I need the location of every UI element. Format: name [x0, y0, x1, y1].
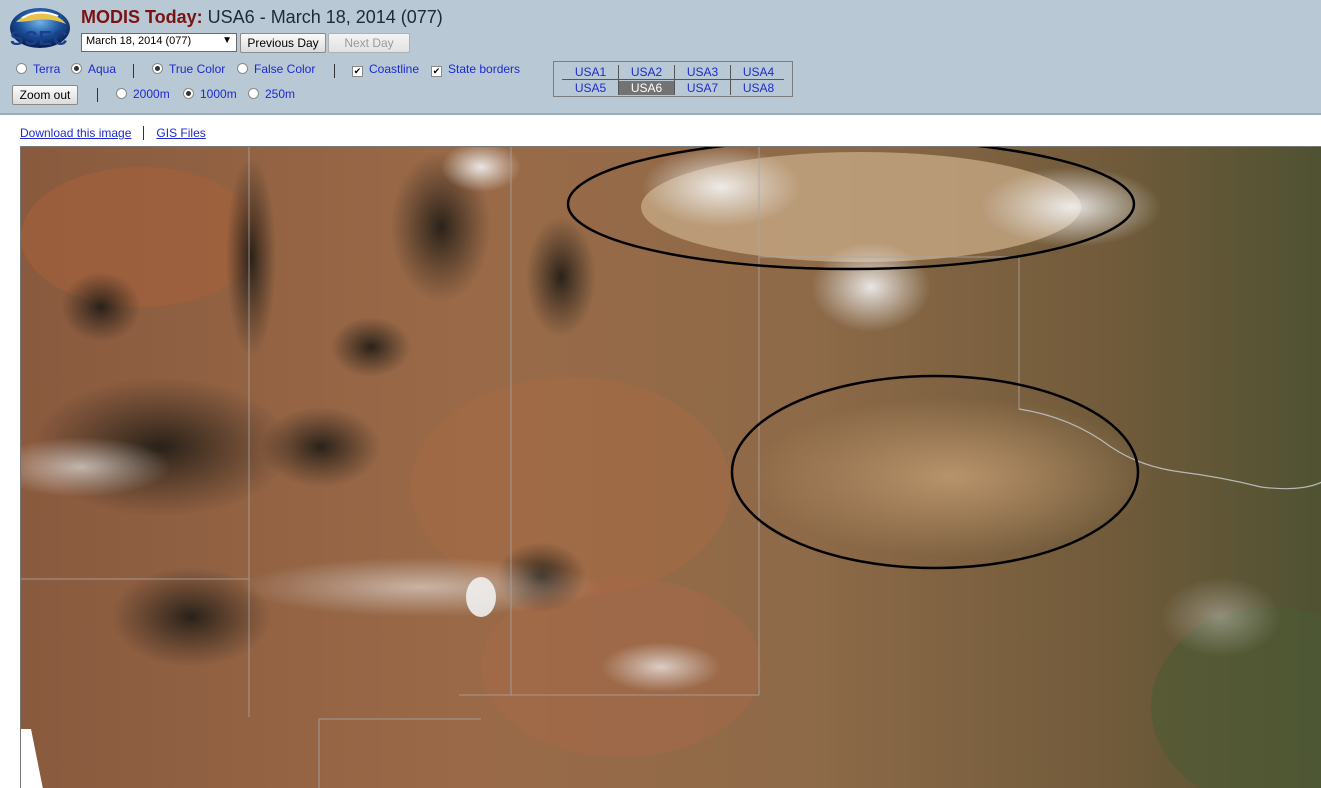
- resolution-option-250m[interactable]: 250m: [248, 87, 295, 101]
- res-1000m-radio[interactable]: [183, 88, 194, 99]
- coastline-checkbox[interactable]: ✔: [352, 66, 363, 77]
- region-usa6[interactable]: USA6: [619, 81, 674, 95]
- page-title: MODIS Today: USA6 - March 18, 2014 (077): [81, 7, 443, 28]
- res-2000m-radio[interactable]: [116, 88, 127, 99]
- title-brand: MODIS Today:: [81, 7, 203, 27]
- state-borders-checkbox[interactable]: ✔: [431, 66, 442, 77]
- title-rest: USA6 - March 18, 2014 (077): [202, 7, 443, 27]
- region-divider: [562, 79, 784, 80]
- region-usa1[interactable]: USA1: [563, 65, 618, 79]
- state-borders-label: State borders: [448, 62, 521, 76]
- date-select-value: March 18, 2014 (077): [86, 35, 192, 47]
- separator: [133, 64, 134, 78]
- satellite-image[interactable]: [20, 146, 1321, 788]
- next-day-button[interactable]: Next Day: [328, 33, 410, 53]
- aqua-label: Aqua: [88, 62, 117, 76]
- overlay-coastline[interactable]: ✔ Coastline: [352, 62, 419, 77]
- region-selector: USA1 USA2 USA3 USA4 USA5 USA6 USA7 USA8: [553, 61, 793, 97]
- res-2000m-label: 2000m: [133, 87, 170, 101]
- image-links: Download this image GIS Files: [20, 126, 206, 140]
- terra-radio[interactable]: [16, 63, 27, 74]
- res-250m-label: 250m: [265, 87, 296, 101]
- zoom-out-button[interactable]: Zoom out: [12, 85, 78, 105]
- separator: [97, 88, 98, 102]
- false-color-radio[interactable]: [237, 63, 248, 74]
- previous-day-button[interactable]: Previous Day: [240, 33, 326, 53]
- date-select[interactable]: March 18, 2014 (077) ▼: [81, 33, 237, 52]
- chevron-down-icon: ▼: [222, 35, 232, 46]
- res-1000m-label: 1000m: [200, 87, 237, 101]
- region-usa2[interactable]: USA2: [619, 65, 674, 79]
- gis-files-link[interactable]: GIS Files: [156, 126, 205, 140]
- coastline-label: Coastline: [369, 62, 420, 76]
- region-usa3[interactable]: USA3: [675, 65, 730, 79]
- region-usa7[interactable]: USA7: [675, 81, 730, 95]
- resolution-option-2000m[interactable]: 2000m: [116, 87, 170, 101]
- res-250m-radio[interactable]: [248, 88, 259, 99]
- satellite-option-terra[interactable]: Terra: [16, 62, 60, 76]
- ssec-logo[interactable]: SSEC: [8, 6, 72, 50]
- header-bar: SSEC MODIS Today: USA6 - March 18, 2014 …: [0, 0, 1321, 115]
- false-color-label: False Color: [254, 62, 316, 76]
- region-usa5[interactable]: USA5: [563, 81, 618, 95]
- region-usa4[interactable]: USA4: [731, 65, 786, 79]
- terra-label: Terra: [33, 62, 61, 76]
- true-color-radio[interactable]: [152, 63, 163, 74]
- separator: [143, 126, 145, 140]
- separator: [334, 64, 335, 78]
- download-image-link[interactable]: Download this image: [20, 126, 131, 140]
- aqua-radio[interactable]: [71, 63, 82, 74]
- true-color-label: True Color: [169, 62, 226, 76]
- region-usa8[interactable]: USA8: [731, 81, 786, 95]
- color-option-true[interactable]: True Color: [152, 62, 225, 76]
- resolution-option-1000m[interactable]: 1000m: [183, 87, 237, 101]
- color-option-false[interactable]: False Color: [237, 62, 315, 76]
- satellite-option-aqua[interactable]: Aqua: [71, 62, 116, 76]
- overlay-state-borders[interactable]: ✔ State borders: [431, 62, 520, 77]
- satellite-imagery: [21, 147, 1321, 788]
- ssec-logo-text: SSEC: [10, 28, 69, 50]
